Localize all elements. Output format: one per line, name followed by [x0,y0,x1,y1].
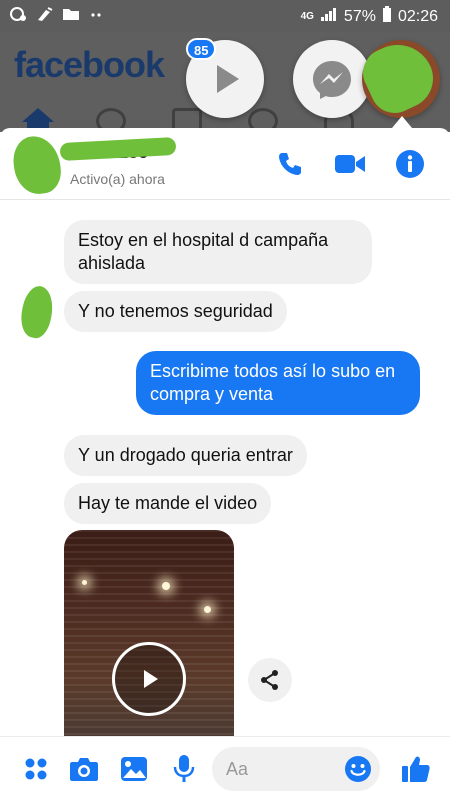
sender-avatar[interactable] [16,283,58,341]
clock: 02:26 [397,7,438,25]
phone-icon [279,153,301,175]
chat-head-pointer [392,116,412,128]
mic-icon [173,755,195,782]
status-bar: 4G 57% 02:26 [0,0,450,32]
status-left [10,6,106,27]
messenger-icon [313,61,351,99]
video-light [82,580,87,585]
apps-icon [25,758,47,780]
info-button[interactable] [394,148,426,180]
message-input[interactable] [226,757,336,781]
share-icon [261,670,278,690]
contact-avatar[interactable] [10,133,64,197]
emoji-button[interactable] [342,753,374,785]
message-input-wrapper [212,747,380,791]
network-type: 4G [300,11,314,22]
contact-status: Activo(a) ahora [70,171,165,187]
play-icon [144,670,158,688]
folder-icon [62,6,80,27]
facebook-logo: facebook [14,44,165,85]
video-message[interactable] [64,530,234,740]
video-call-button[interactable] [334,148,366,180]
battery-level: 57% [343,7,376,25]
message-bubble[interactable]: Y no tenemos seguridad [64,291,287,332]
info-icon [396,150,424,178]
battery-icon [382,6,392,27]
name-redaction-mark [59,136,177,162]
chat-header: Cintia Lee Activo(a) ahora [0,128,450,200]
notification-badge: 85 [186,38,217,60]
video-light [162,582,170,590]
share-button[interactable] [248,658,292,702]
like-button[interactable] [398,751,434,787]
message-bubble[interactable]: Y un drogado queria entrar [64,435,307,476]
emoji-icon [345,756,371,782]
redaction-mark [362,40,440,118]
voice-button[interactable] [166,751,202,787]
play-icon [217,65,239,93]
like-icon [402,756,430,782]
messenger-chat-head[interactable] [293,40,371,118]
video-light [204,606,211,613]
cleaning-icon [36,6,54,27]
composer-bar [0,736,450,800]
message-bubble[interactable]: Estoy en el hospital d campaña ahislada [64,220,372,284]
message-bubble[interactable]: Hay te mande el video [64,483,272,524]
video-call-icon [335,155,365,173]
apps-button[interactable] [18,751,54,787]
play-button[interactable] [112,642,186,716]
message-bubble[interactable]: Escribime todos así lo subo en compra y … [136,351,420,415]
more-dots-icon [88,6,106,27]
call-button[interactable] [274,148,306,180]
contact-chat-head[interactable] [362,40,440,118]
chat-window: Cintia Lee Activo(a) ahora Estoy en el h… [0,128,450,800]
gallery-icon [121,757,147,781]
notification-icon [10,6,28,27]
gallery-button[interactable] [116,751,152,787]
status-right: 4G 57% 02:26 [301,6,438,27]
signal-icon [320,6,338,27]
camera-button[interactable] [66,751,102,787]
camera-icon [70,758,98,781]
